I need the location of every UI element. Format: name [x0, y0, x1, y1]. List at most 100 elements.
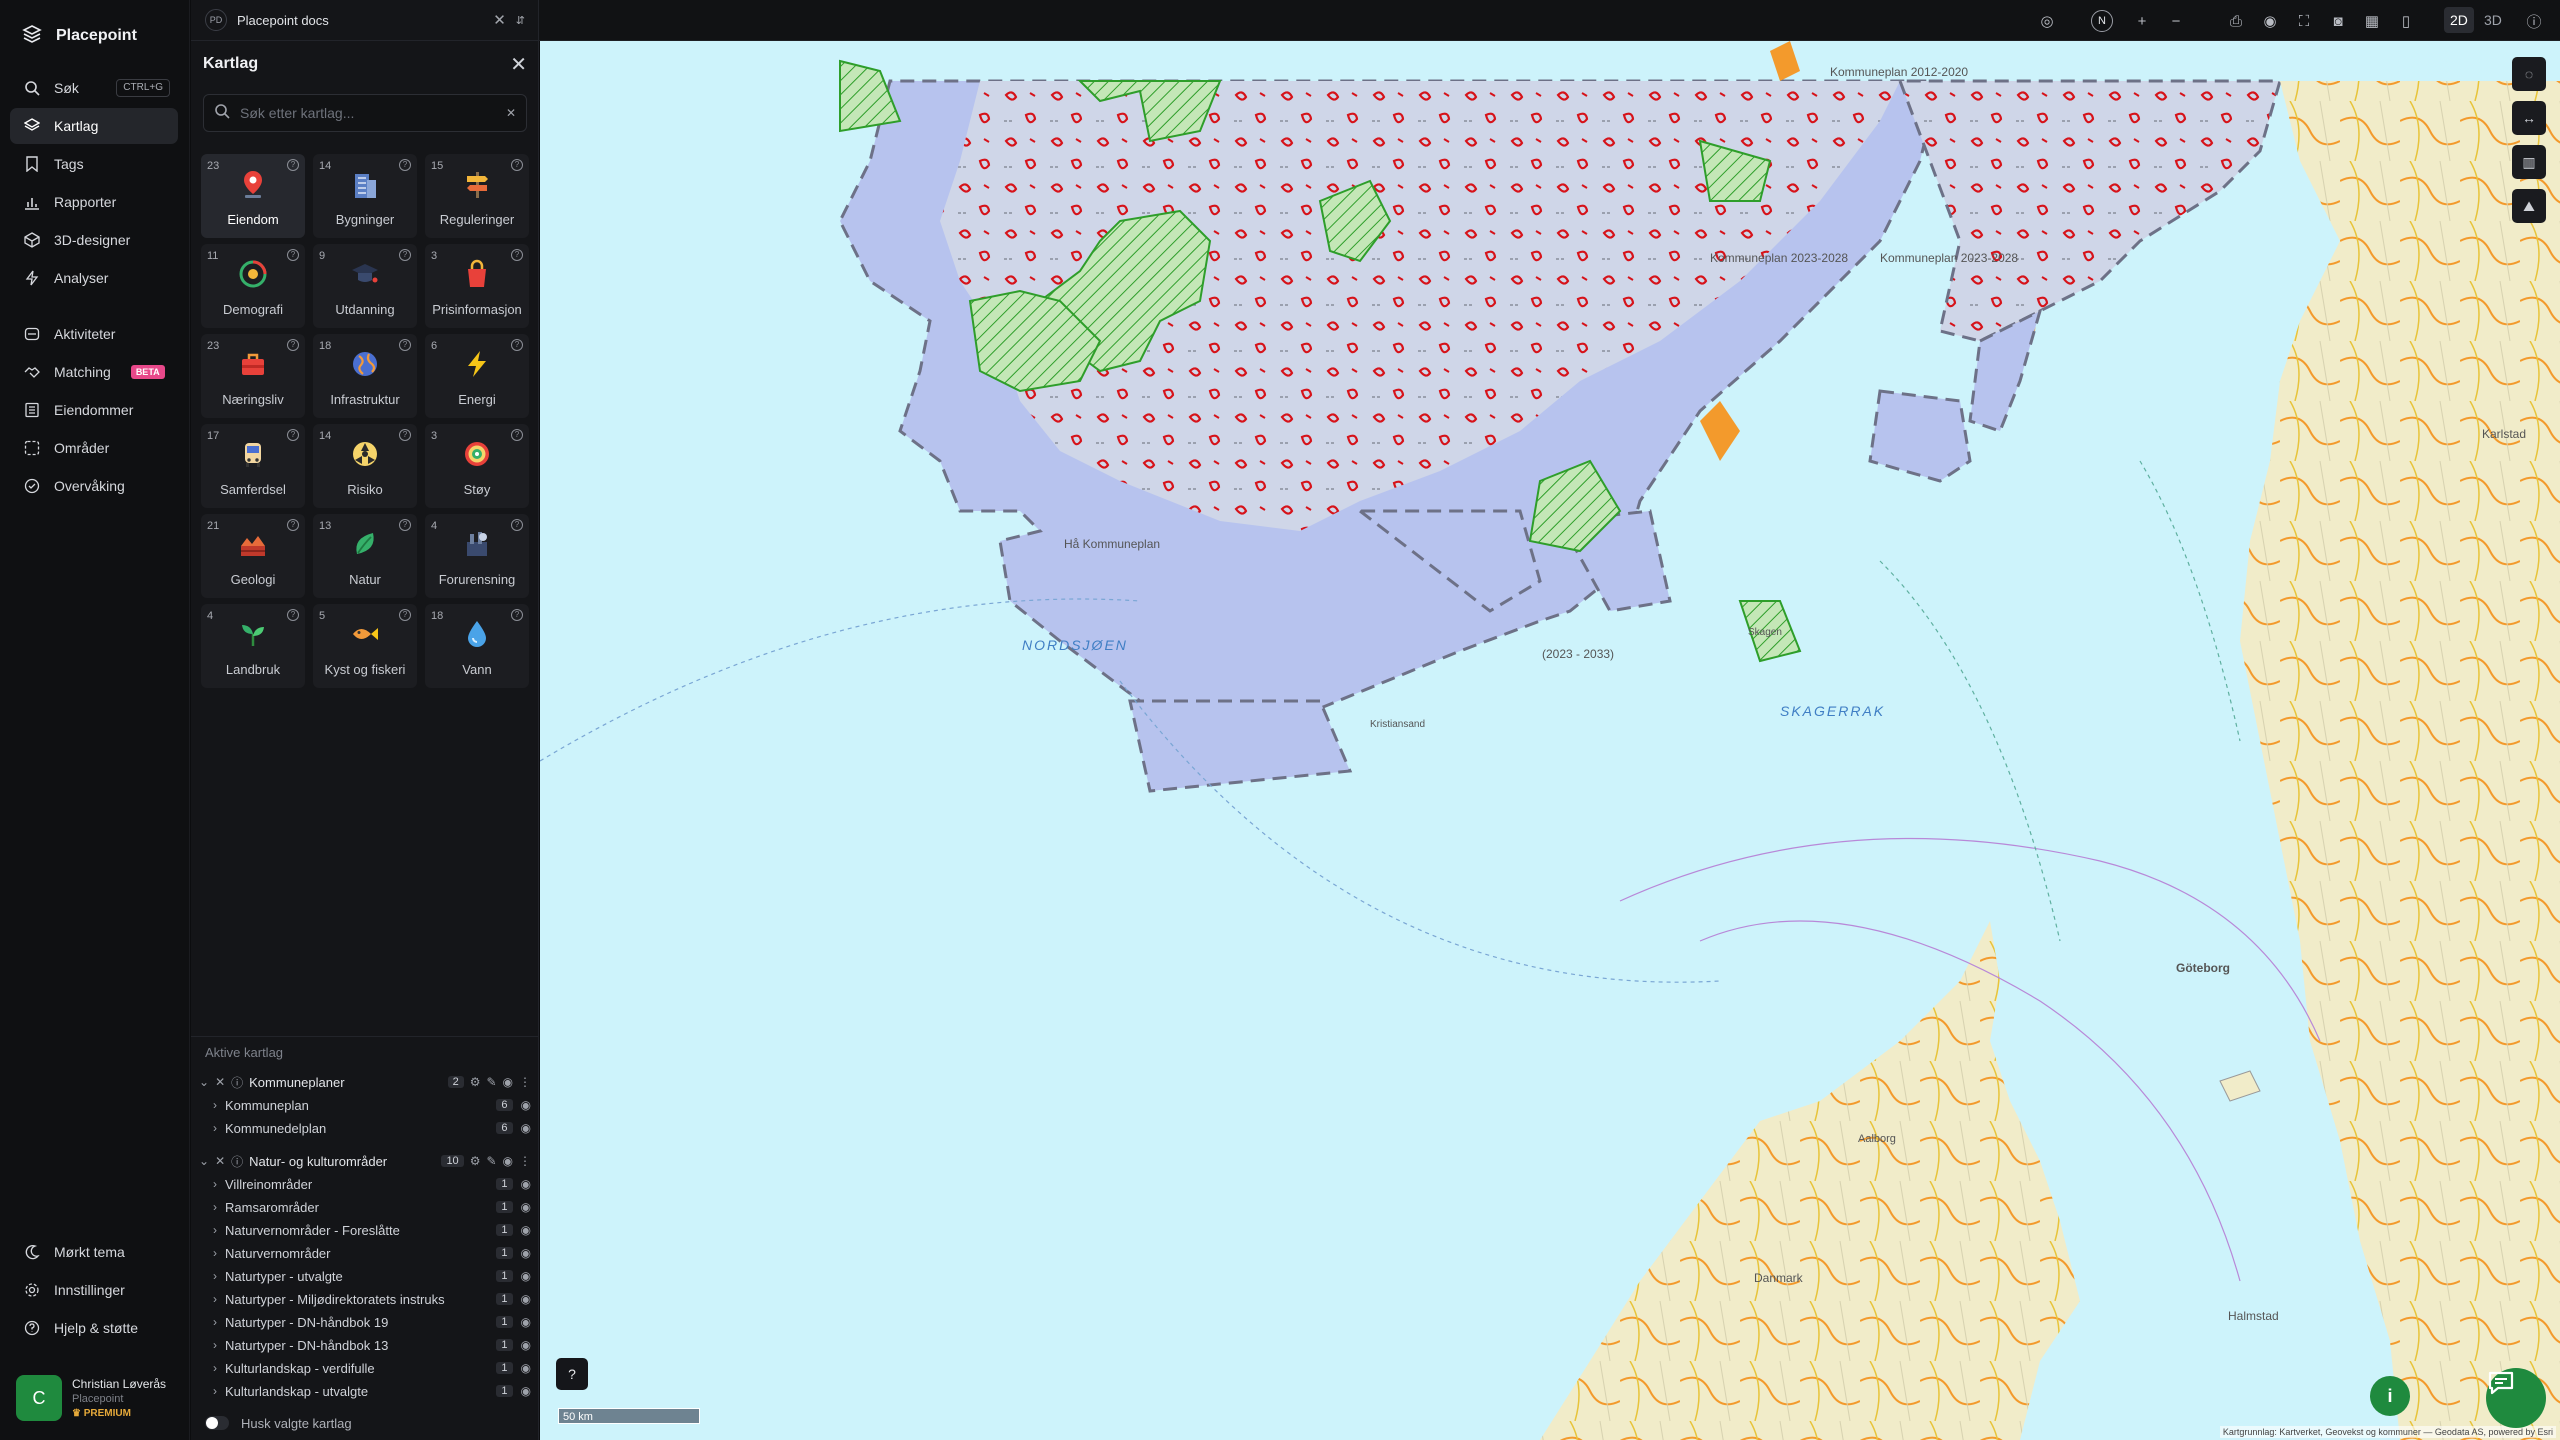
chevron-right-icon[interactable]: ›: [213, 1361, 217, 1375]
info-icon[interactable]: ?: [399, 339, 411, 351]
layer-item[interactable]: › Kommunedelplan 6 ◉: [213, 1117, 531, 1139]
grid-icon[interactable]: ▦: [2361, 10, 2383, 32]
more-icon[interactable]: ⋮: [519, 1075, 531, 1089]
category-tile-natur[interactable]: 13? Natur: [313, 514, 417, 598]
eye-icon[interactable]: ◉: [2259, 10, 2281, 32]
nav-item-eiendommer[interactable]: Eiendommer: [10, 392, 178, 428]
category-tile-støy[interactable]: 3? Støy: [425, 424, 529, 508]
info-icon[interactable]: ⓘ: [231, 1074, 243, 1091]
user-card[interactable]: C Christian Løverås Placepoint ♛ PREMIUM: [16, 1372, 176, 1424]
chevron-right-icon[interactable]: ›: [213, 1292, 217, 1306]
nav-item-dark-theme[interactable]: Mørkt tema: [10, 1234, 178, 1270]
mode-3d[interactable]: 3D: [2478, 7, 2508, 33]
info-icon[interactable]: ⓘ: [231, 1153, 243, 1170]
chevron-right-icon[interactable]: ›: [213, 1246, 217, 1260]
nav-item-overvaking[interactable]: Overvåking: [10, 468, 178, 504]
info-icon[interactable]: ?: [287, 249, 299, 261]
info-icon[interactable]: ?: [511, 339, 523, 351]
nav-item-tags[interactable]: Tags: [10, 146, 178, 182]
compass-button[interactable]: N: [2091, 10, 2113, 32]
layer-item[interactable]: › Kulturlandskap - utvalgte 1 ◉: [213, 1380, 531, 1402]
category-tile-kyst-og-fiskeri[interactable]: 5? Kyst og fiskeri: [313, 604, 417, 688]
info-icon[interactable]: ?: [287, 339, 299, 351]
eye-icon[interactable]: ◉: [521, 1223, 531, 1237]
category-tile-utdanning[interactable]: 9? Utdanning: [313, 244, 417, 328]
chevron-updown-icon[interactable]: ⇵: [516, 14, 525, 27]
info-icon[interactable]: ?: [399, 249, 411, 261]
info-icon[interactable]: ?: [511, 519, 523, 531]
info-icon[interactable]: ?: [511, 429, 523, 441]
category-tile-vann[interactable]: 18? Vann: [425, 604, 529, 688]
bookmark-map-icon[interactable]: ▯: [2395, 10, 2417, 32]
info-icon[interactable]: ?: [287, 519, 299, 531]
layer-group[interactable]: ⌄ ✕ ⓘ Natur- og kulturområder 10 ⚙ ✎ ◉ ⋮: [199, 1150, 531, 1172]
info-icon[interactable]: ?: [399, 519, 411, 531]
info-icon[interactable]: ?: [511, 159, 523, 171]
eye-icon[interactable]: ◉: [521, 1338, 531, 1352]
chevron-right-icon[interactable]: ›: [213, 1384, 217, 1398]
help-top-icon[interactable]: ⓘ: [2523, 10, 2545, 32]
nav-item-omrader[interactable]: Områder: [10, 430, 178, 466]
category-tile-næringsliv[interactable]: 23? Næringsliv: [201, 334, 305, 418]
eye-icon[interactable]: ◉: [503, 1154, 513, 1168]
category-tile-samferdsel[interactable]: 17? Samferdsel: [201, 424, 305, 508]
layer-group[interactable]: ⌄ ✕ ⓘ Kommuneplaner 2 ⚙ ✎ ◉ ⋮: [199, 1071, 531, 1093]
category-tile-energi[interactable]: 6? Energi: [425, 334, 529, 418]
mode-2d[interactable]: 2D: [2444, 7, 2474, 33]
print-icon[interactable]: ⎙: [2225, 10, 2247, 32]
eye-icon[interactable]: ◉: [521, 1177, 531, 1191]
nav-item-rapporter[interactable]: Rapporter: [10, 184, 178, 220]
layer-item[interactable]: › Naturtyper - utvalgte 1 ◉: [213, 1265, 531, 1287]
eye-icon[interactable]: ◉: [521, 1315, 531, 1329]
nav-item-help[interactable]: Hjelp & støtte: [10, 1310, 178, 1346]
layer-item[interactable]: › Naturtyper - DN-håndbok 19 1 ◉: [213, 1311, 531, 1333]
category-tile-risiko[interactable]: 14? Risiko: [313, 424, 417, 508]
category-tile-demografi[interactable]: 11? Demografi: [201, 244, 305, 328]
brand[interactable]: Placepoint: [22, 22, 137, 50]
category-tile-bygninger[interactable]: 14? Bygninger: [313, 154, 417, 238]
category-tile-forurensning[interactable]: 4? Forurensning: [425, 514, 529, 598]
layer-item[interactable]: › Naturtyper - Miljødirektoratets instruk…: [213, 1288, 531, 1310]
eye-icon[interactable]: ◉: [521, 1121, 531, 1135]
info-icon[interactable]: ?: [399, 609, 411, 621]
draw-tool-icon[interactable]: ◌: [2512, 57, 2546, 91]
measure-tool-icon[interactable]: ↔: [2512, 101, 2546, 135]
chevron-right-icon[interactable]: ›: [213, 1098, 217, 1112]
category-tile-landbruk[interactable]: 4? Landbruk: [201, 604, 305, 688]
nav-item-search[interactable]: Søk CTRL+G: [10, 70, 178, 106]
eye-icon[interactable]: ◉: [521, 1200, 531, 1214]
nav-item-settings[interactable]: Innstillinger: [10, 1272, 178, 1308]
eye-icon[interactable]: ◉: [521, 1292, 531, 1306]
layer-item[interactable]: › Kommuneplan 6 ◉: [213, 1094, 531, 1116]
nav-item-kartlag[interactable]: Kartlag: [10, 108, 178, 144]
nav-item-matching[interactable]: Matching BETA: [10, 354, 178, 390]
chart-tool-icon[interactable]: ▥: [2512, 145, 2546, 179]
category-tile-geologi[interactable]: 21? Geologi: [201, 514, 305, 598]
chat-button[interactable]: [2486, 1368, 2546, 1428]
nav-item-analyser[interactable]: Analyser: [10, 260, 178, 296]
more-icon[interactable]: ⋮: [519, 1154, 531, 1168]
info-icon[interactable]: ?: [399, 429, 411, 441]
layer-item[interactable]: › Naturvernområder 1 ◉: [213, 1242, 531, 1264]
info-icon[interactable]: ?: [399, 159, 411, 171]
remember-layers[interactable]: Husk valgte kartlag: [205, 1412, 352, 1434]
category-tile-prisinformasjon[interactable]: 3? Prisinformasjon: [425, 244, 529, 328]
info-icon[interactable]: ?: [287, 429, 299, 441]
close-icon[interactable]: ✕: [510, 52, 527, 77]
camera-icon[interactable]: ◙: [2327, 10, 2349, 32]
spy-icon[interactable]: ◎: [2036, 10, 2058, 32]
clear-search-icon[interactable]: ✕: [506, 106, 516, 120]
category-tile-infrastruktur[interactable]: 18? Infrastruktur: [313, 334, 417, 418]
chevron-right-icon[interactable]: ›: [213, 1315, 217, 1329]
chevron-right-icon[interactable]: ›: [213, 1200, 217, 1214]
remove-icon[interactable]: ✕: [215, 1075, 225, 1089]
layer-item[interactable]: › Kulturlandskap - verdifulle 1 ◉: [213, 1357, 531, 1379]
category-tile-eiendom[interactable]: 23? Eiendom: [201, 154, 305, 238]
chevron-right-icon[interactable]: ›: [213, 1177, 217, 1191]
chevron-down-icon[interactable]: ⌄: [199, 1154, 209, 1168]
info-icon[interactable]: ?: [287, 159, 299, 171]
eye-icon[interactable]: ◉: [521, 1269, 531, 1283]
elevation-tool-icon[interactable]: ⛰: [2512, 189, 2546, 223]
edit-icon[interactable]: ✎: [486, 1075, 496, 1089]
map-view[interactable]: NORDSJØEN SKAGERRAK Hå Kommuneplan Krist…: [540, 41, 2560, 1440]
